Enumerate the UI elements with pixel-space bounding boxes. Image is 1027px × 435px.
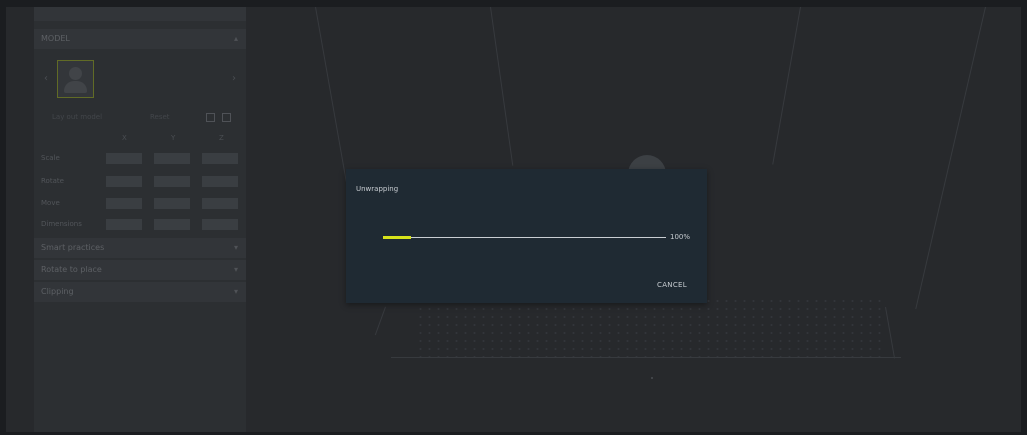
- dialog-title: Unwrapping: [356, 185, 399, 193]
- progress-dialog: Unwrapping 100% CANCEL: [346, 169, 707, 303]
- progress-percent: 100%: [670, 233, 691, 241]
- cancel-button[interactable]: CANCEL: [657, 281, 687, 289]
- app-window: MODEL ▴ ‹ › Lay out model Reset X Y Z Sc…: [6, 7, 1021, 432]
- progress-fill: [383, 236, 411, 239]
- progress-track: [383, 237, 666, 238]
